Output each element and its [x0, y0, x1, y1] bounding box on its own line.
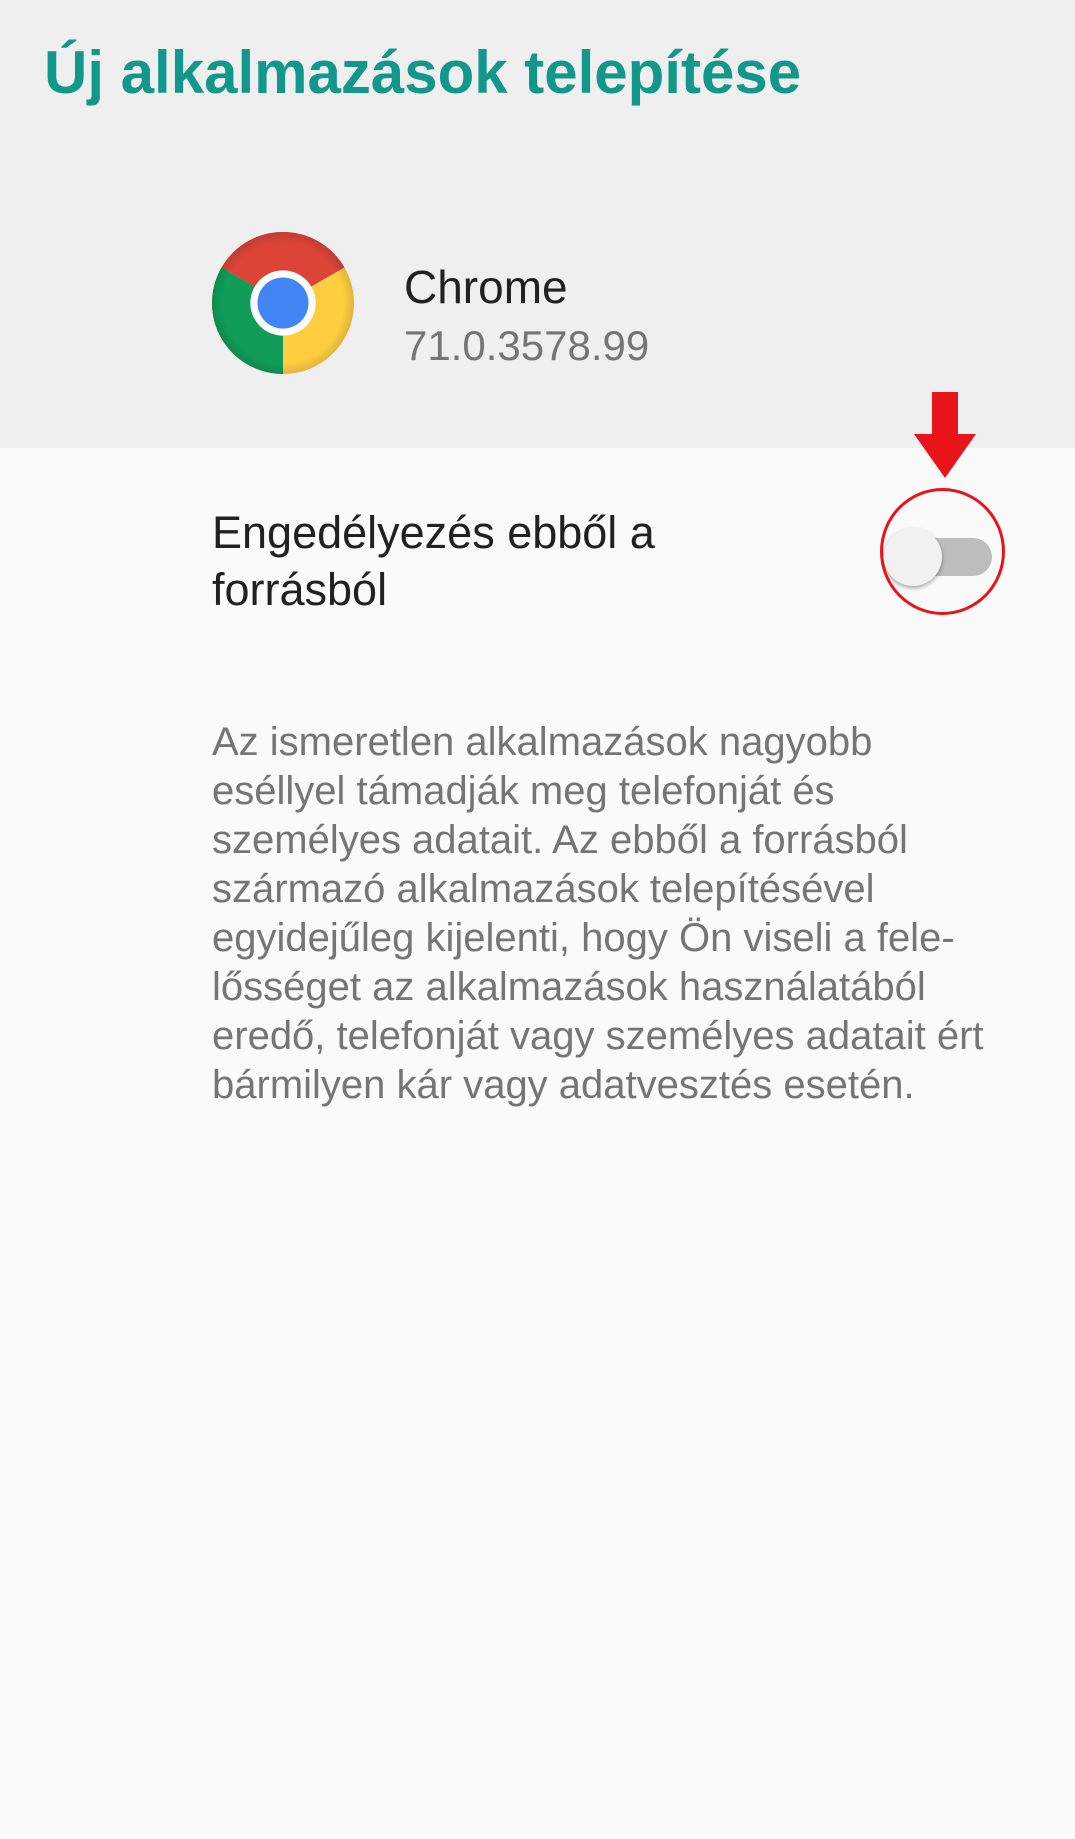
- description-line: eredő, telefonját vagy személyes adatait…: [212, 1014, 984, 1058]
- app-name: Chrome: [404, 261, 568, 313]
- description-line: származó alkalmazások telepítésével: [212, 867, 875, 911]
- allow-from-source-label-line1: Engedélyezés ebből a: [212, 507, 655, 558]
- chrome-logo-icon: [212, 232, 354, 374]
- page-title: Új alkalmazások telepítése: [44, 39, 802, 106]
- description-line: lősséget az alkalmazások használatából: [212, 965, 926, 1009]
- description-line: egyidejűleg kijelenti, hogy Ön viseli a …: [212, 916, 955, 960]
- app-header: Új alkalmazások telepítése Chrome 71.0.3…: [0, 0, 1075, 448]
- description-line: bármilyen kár vagy adatvesztés esetén.: [212, 1063, 915, 1107]
- description-line: eséllyel támadják meg telefonját és: [212, 769, 835, 813]
- allow-from-source-label-line2: forrásból: [212, 564, 388, 615]
- app-version: 71.0.3578.99: [404, 322, 650, 369]
- annotation-arrow-down-icon: [914, 392, 976, 478]
- annotation-circle: [880, 488, 1005, 615]
- warning-description: Az ismeretlen alkalmazások nagyobb eséll…: [212, 718, 1062, 1110]
- description-line: személyes adatait. Az ebből a forrásból: [212, 818, 908, 862]
- allow-from-source-label[interactable]: Engedélyezés ebből a forrásból: [212, 504, 772, 618]
- description-line: Az ismeretlen alkalmazások nagyobb: [212, 720, 873, 764]
